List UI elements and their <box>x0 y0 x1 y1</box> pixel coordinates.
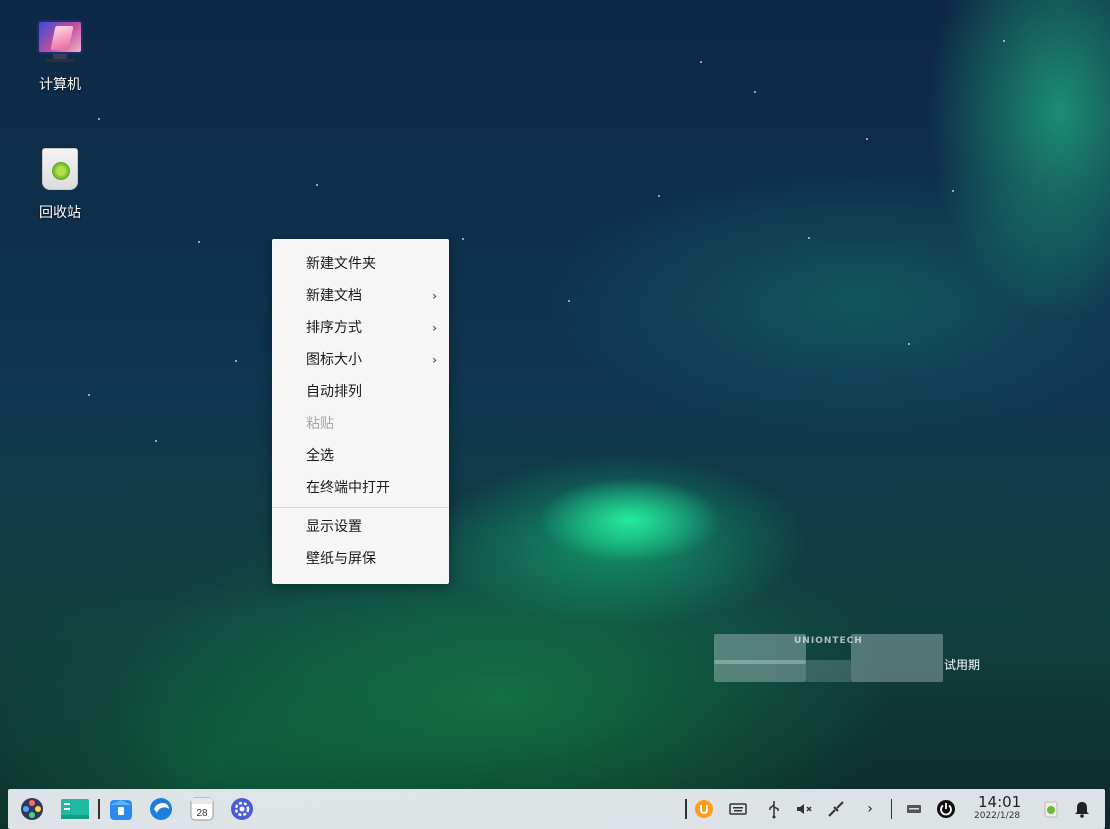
menu-separator <box>272 507 449 508</box>
star <box>155 440 157 442</box>
desktop-icon-computer[interactable]: 计算机 <box>20 18 100 94</box>
chevron-right-icon: › <box>432 321 437 335</box>
taskbar: 28 › 14:01 2022/1/28 <box>8 789 1105 829</box>
menu-item[interactable]: 排序方式 › <box>272 312 449 344</box>
menu-item-label: 全选 <box>306 448 334 464</box>
browser-icon[interactable] <box>149 797 173 821</box>
trial-watermark: UNIONTECH 试用期 <box>714 634 994 684</box>
keyboard-layout-icon[interactable] <box>904 799 924 819</box>
menu-item[interactable]: 图标大小 › <box>272 344 449 376</box>
watermark-trial-label: 试用期 <box>944 658 981 672</box>
menu-item-label: 自动排列 <box>306 384 362 400</box>
star <box>908 343 910 345</box>
desktop[interactable]: 计算机 回收站 新建文件夹新建文档 › 排序方式 › 图标大小 › 自动排列粘贴全选在终端中… <box>0 0 1110 829</box>
menu-item[interactable]: 壁纸与屏保 <box>272 543 449 575</box>
menu-item-label: 壁纸与屏保 <box>306 551 376 567</box>
star <box>88 394 90 396</box>
trash-tray-icon[interactable] <box>1041 799 1061 819</box>
calendar-day: 28 <box>196 808 208 819</box>
menu-item-label: 新建文档 <box>306 288 362 304</box>
launcher-icon[interactable] <box>20 797 44 821</box>
menu-item[interactable]: 新建文档 › <box>272 280 449 312</box>
menu-item-label: 排序方式 <box>306 320 362 336</box>
menu-item[interactable]: 自动排列 <box>272 376 449 408</box>
trash-icon <box>35 146 85 192</box>
star <box>700 61 702 63</box>
multitask-view-icon[interactable] <box>60 797 90 821</box>
menu-item[interactable]: 新建文件夹 <box>272 248 449 280</box>
menu-item-label: 新建文件夹 <box>306 256 376 272</box>
watermark-brand: UNIONTECH <box>794 636 863 646</box>
clock-time[interactable]: 14:01 <box>978 793 1021 811</box>
desktop-context-menu: 新建文件夹新建文档 › 排序方式 › 图标大小 › 自动排列粘贴全选在终端中打开 显示设置壁纸… <box>272 239 449 584</box>
usb-icon[interactable] <box>764 799 784 819</box>
app-store-icon[interactable] <box>109 797 133 821</box>
bell-icon[interactable] <box>1072 799 1092 819</box>
desktop-icon-label: 回收站 <box>39 205 81 221</box>
uos-ai-icon[interactable] <box>694 799 714 819</box>
clock-date[interactable]: 2022/1/28 <box>974 811 1020 821</box>
settings-icon[interactable] <box>230 797 254 821</box>
chevron-right-icon: › <box>432 289 437 303</box>
menu-item[interactable]: 在终端中打开 <box>272 472 449 504</box>
star <box>568 300 570 302</box>
expand-tray-icon[interactable]: › <box>860 799 880 819</box>
menu-item-label: 在终端中打开 <box>306 480 390 496</box>
star <box>952 190 954 192</box>
computer-icon <box>35 18 85 64</box>
menu-item: 粘贴 <box>272 408 449 440</box>
star <box>808 237 810 239</box>
power-icon[interactable] <box>936 799 956 819</box>
calendar-icon[interactable]: 28 <box>190 797 214 821</box>
star <box>754 91 756 93</box>
star <box>658 195 660 197</box>
chevron-right-icon: › <box>432 353 437 367</box>
menu-item-label: 粘贴 <box>306 416 334 432</box>
star <box>198 241 200 243</box>
taskbar-separator <box>685 799 687 819</box>
star <box>462 238 464 240</box>
menu-item-label: 图标大小 <box>306 352 362 368</box>
menu-item-label: 显示设置 <box>306 519 362 535</box>
star <box>98 118 100 120</box>
star <box>866 138 868 140</box>
star <box>1003 40 1005 42</box>
desktop-icon-label: 计算机 <box>39 77 81 93</box>
menu-item[interactable]: 全选 <box>272 440 449 472</box>
star <box>316 184 318 186</box>
taskbar-separator <box>891 799 892 819</box>
menu-item[interactable]: 显示设置 <box>272 511 449 543</box>
taskbar-separator <box>98 799 100 819</box>
star <box>235 360 237 362</box>
desktop-icon-trash[interactable]: 回收站 <box>20 146 100 222</box>
wired-network-icon[interactable] <box>826 799 846 819</box>
volume-muted-icon[interactable] <box>794 799 814 819</box>
keyboard-icon[interactable] <box>728 799 748 819</box>
